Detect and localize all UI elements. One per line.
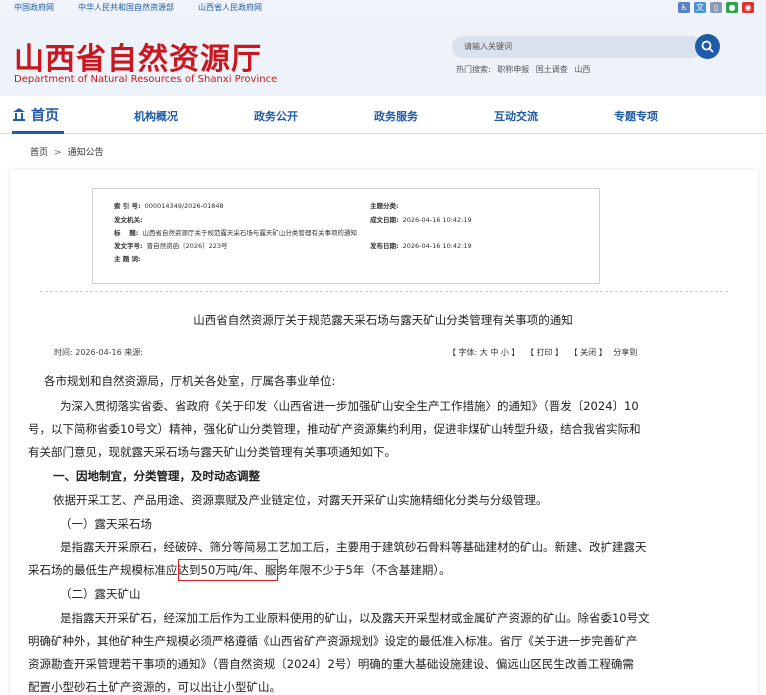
print-button[interactable]: 【 打印 】 <box>526 348 563 357</box>
top-link-gov[interactable]: 中国政府网 <box>14 2 54 13</box>
wechat-icon[interactable]: ● <box>726 2 738 13</box>
nav-item-public[interactable]: 政务公开 <box>254 108 298 124</box>
search-button[interactable] <box>695 34 720 59</box>
meta-keywords: 主 题 词: <box>114 255 141 263</box>
search-placeholder: 请输入关键词 <box>464 42 512 51</box>
top-strip: 中国政府网 中华人民共和国自然资源部 山西省人民政府网 ♿ 文 ▯ ● ◉ <box>0 0 766 16</box>
meta-title: 标 题: 山西省自然资源厅关于规范露天采石场与露天矿山分类管理有关事项的通知 <box>114 229 357 237</box>
site-header: 山西省自然资源厅 Department of Natural Resources… <box>0 16 766 96</box>
article-tools: 【 字体: 大 中 小 】 【 打印 】 【 关闭 】 分享到 <box>448 347 641 358</box>
hot-search-item[interactable]: 山西 <box>574 65 590 74</box>
close-button[interactable]: 【 关闭 】 <box>570 348 607 357</box>
top-links: 中国政府网 中华人民共和国自然资源部 山西省人民政府网 <box>14 2 262 13</box>
breadcrumb: 首页 > 通知公告 <box>30 145 104 158</box>
nav-item-special[interactable]: 专题专项 <box>614 108 658 124</box>
share-button[interactable]: 分享到 <box>613 348 637 357</box>
top-link-sx[interactable]: 山西省人民政府网 <box>198 2 262 13</box>
meta-org: 发文机关: <box>114 216 143 224</box>
top-icons: ♿ 文 ▯ ● ◉ <box>678 2 754 13</box>
article-info: 时间: 2026-04-16 来源: <box>54 348 143 357</box>
mobile-icon[interactable]: ▯ <box>710 2 722 13</box>
hot-search-item[interactable]: 职称申报 <box>497 65 529 74</box>
paragraph-line: 是指露天开采原石，经破碎、筛分等简易工艺加工后，主要用于建筑砂石骨料等基础建材的… <box>60 540 647 554</box>
nav-home-label: 首页 <box>31 108 59 124</box>
paragraph-line: 配置小型砂石土矿产资源的，可以出让小型矿山。 <box>28 680 281 694</box>
search-icon <box>701 40 714 53</box>
site-logo-subtitle: Department of Natural Resources of Shanx… <box>14 74 278 85</box>
hot-search-item[interactable]: 国土调查 <box>536 65 568 74</box>
meta-topic: 主题分类: <box>370 202 399 210</box>
paragraph-line: 是指露天开采矿石，经深加工后作为工业原料使用的矿山，以及露天开采型材或金属矿产资… <box>60 611 650 625</box>
paragraph-line: 为深入贯彻落实省委、省政府《关于印发〈山西省进一步加强矿山安全生产工作措施〉的通… <box>60 399 639 413</box>
nav-item-interact[interactable]: 互动交流 <box>494 108 538 124</box>
breadcrumb-separator: > <box>54 148 62 158</box>
nav-active-indicator <box>12 131 64 134</box>
hot-search-label: 热门搜索: <box>456 65 491 74</box>
meta-doc-number: 发文字号: 晋自然资函〔2026〕223号 <box>114 242 228 250</box>
subsection-heading: （一）露天采石场 <box>60 517 152 531</box>
subsection-heading: （二）露天矿山 <box>60 587 141 601</box>
paragraph-line: 号，以下简称省委10号文）精神，强化矿山分类管理，推动矿产资源集约利用，促进非煤… <box>28 422 641 436</box>
home-icon <box>13 108 25 121</box>
top-link-mnr[interactable]: 中华人民共和国自然资源部 <box>78 2 174 13</box>
site-logo-title[interactable]: 山西省自然资源厅 <box>14 34 262 78</box>
accessibility-icon[interactable]: ♿ <box>678 2 690 13</box>
font-size-control[interactable]: 【 字体: 大 中 小 】 <box>448 348 519 357</box>
hot-search: 热门搜索: 职称申报 国土调查 山西 <box>456 64 594 75</box>
paragraph-line: 有关部门意见，现就露天采石场与露天矿山分类管理有关事项通知如下。 <box>28 445 396 459</box>
weibo-icon[interactable]: ◉ <box>742 2 754 13</box>
paragraph-line: 依据开采工艺、产品用途、资源禀赋及产业链定位，对露天开采矿山实施精细化分类与分级… <box>53 493 548 507</box>
section-heading: 一、因地制宜，分类管理，及时动态调整 <box>53 469 260 483</box>
paragraph-salutation: 各市规划和自然资源局，厅机关各处室，厅属各事业单位: <box>44 374 336 388</box>
article-title: 山西省自然资源厅关于规范露天采石场与露天矿山分类管理有关事项的通知 <box>193 313 573 327</box>
breadcrumb-home[interactable]: 首页 <box>30 148 48 158</box>
meta-pub-date: 发布日期: 2026-04-16 10:42:19 <box>370 242 472 250</box>
nav-item-org[interactable]: 机构概况 <box>134 108 178 124</box>
nav-home[interactable]: 首页 <box>12 105 59 125</box>
breadcrumb-current[interactable]: 通知公告 <box>68 148 104 158</box>
meta-index: 索 引 号: 000014349/2026-01848 <box>114 202 224 210</box>
nav-item-service[interactable]: 政务服务 <box>374 108 418 124</box>
paragraph-line: 明确矿种外，其他矿种生产规模必须严格遵循《山西省矿产资源规划》设定的最低准入标准… <box>28 634 638 648</box>
paragraph-line: 资源勘查开采管理若干事项的通知》（晋自然资规〔2024〕2号）明确的重大基础设施… <box>28 657 634 671</box>
search-input[interactable]: 请输入关键词 <box>452 36 702 58</box>
meta-divider <box>40 291 728 292</box>
meta-date: 成文日期: 2026-04-16 10:42:19 <box>370 216 472 224</box>
main-nav: 首页 机构概况 政务公开 政务服务 互动交流 专题专项 <box>0 96 766 134</box>
highlight-annotation-box <box>178 559 278 581</box>
language-icon[interactable]: 文 <box>694 2 706 13</box>
